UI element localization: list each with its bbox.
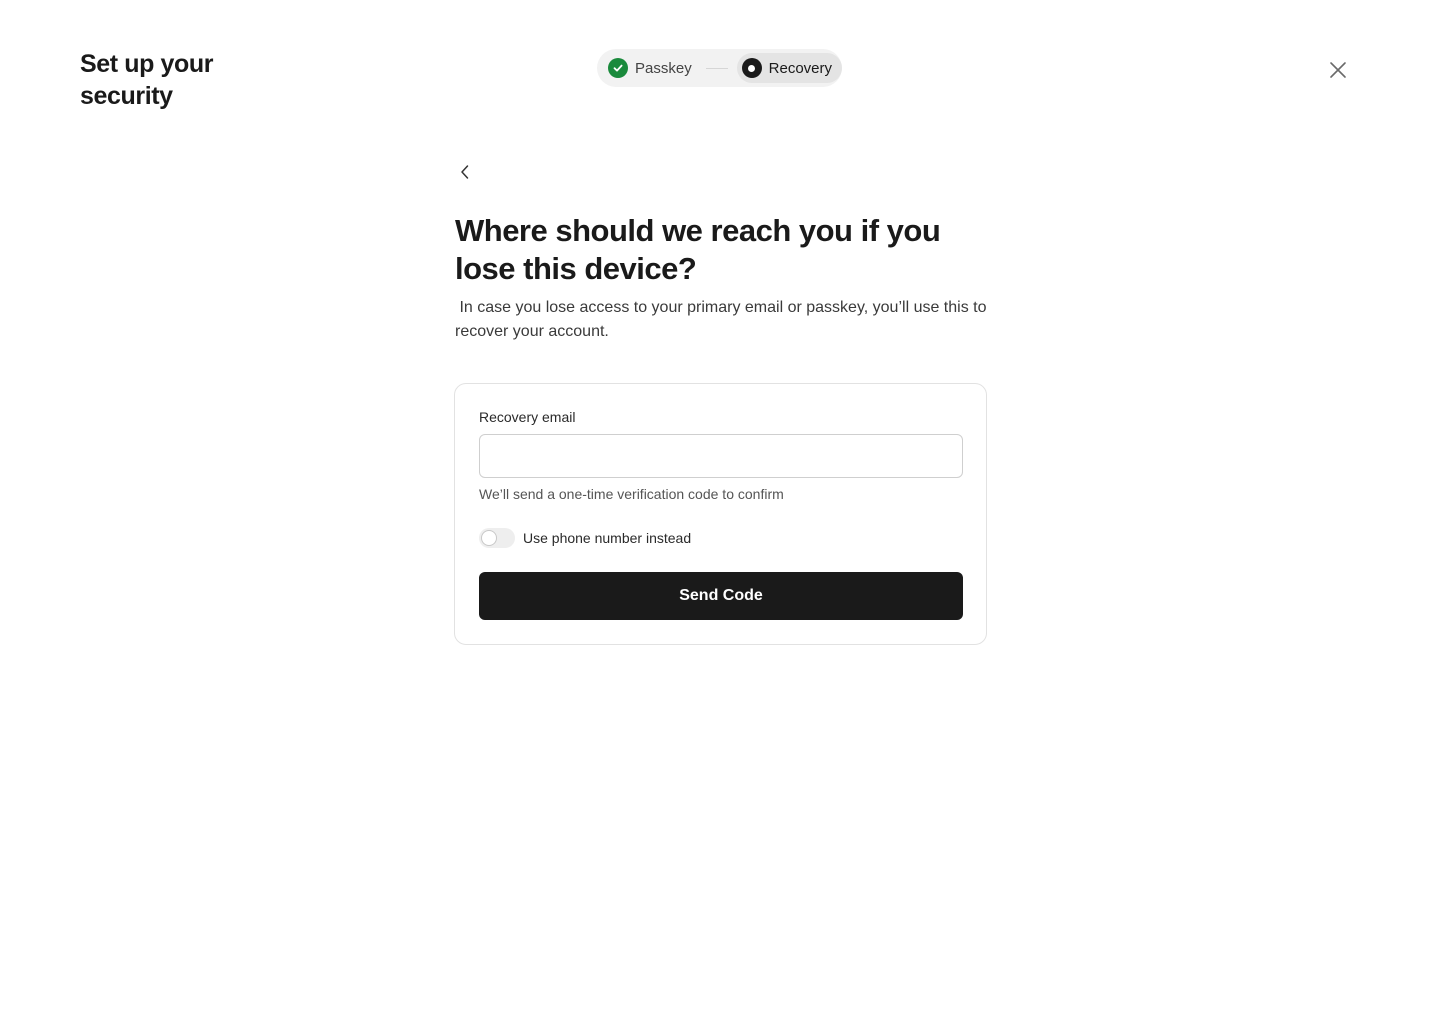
step-passkey-label: Passkey [635, 59, 692, 77]
progress-stepper: Passkey Recovery [597, 49, 842, 87]
close-button[interactable] [1326, 58, 1350, 82]
send-code-button[interactable]: Send Code [479, 572, 963, 620]
close-icon [1330, 62, 1346, 78]
page-title: Set up your security [80, 50, 214, 110]
phone-toggle-row[interactable]: Use phone number instead [479, 528, 691, 548]
phone-toggle[interactable] [479, 528, 515, 548]
security-setup-page: Set up your security Passkey Recovery Wh… [0, 0, 1440, 1024]
step-connector [705, 67, 728, 69]
recovery-email-label: Recovery email [479, 409, 576, 425]
main-subtext: In case you lose access to your primary … [455, 299, 991, 340]
check-icon [608, 58, 628, 78]
recovery-form-card: Recovery email We’ll send a one-time ver… [454, 383, 987, 645]
step-passkey[interactable]: Passkey [597, 53, 692, 83]
toggle-knob [481, 530, 497, 546]
step-recovery-label: Recovery [768, 59, 832, 77]
dot-icon [741, 58, 762, 78]
phone-toggle-label: Use phone number instead [523, 530, 692, 546]
chevron-left-icon [461, 165, 469, 179]
back-button[interactable] [453, 160, 477, 184]
email-helper-text: We’ll send a one-time verification code … [479, 486, 784, 502]
main-heading: Where should we reach you if you lose th… [455, 213, 941, 286]
recovery-email-input[interactable] [479, 434, 963, 478]
step-recovery[interactable]: Recovery [736, 53, 842, 83]
